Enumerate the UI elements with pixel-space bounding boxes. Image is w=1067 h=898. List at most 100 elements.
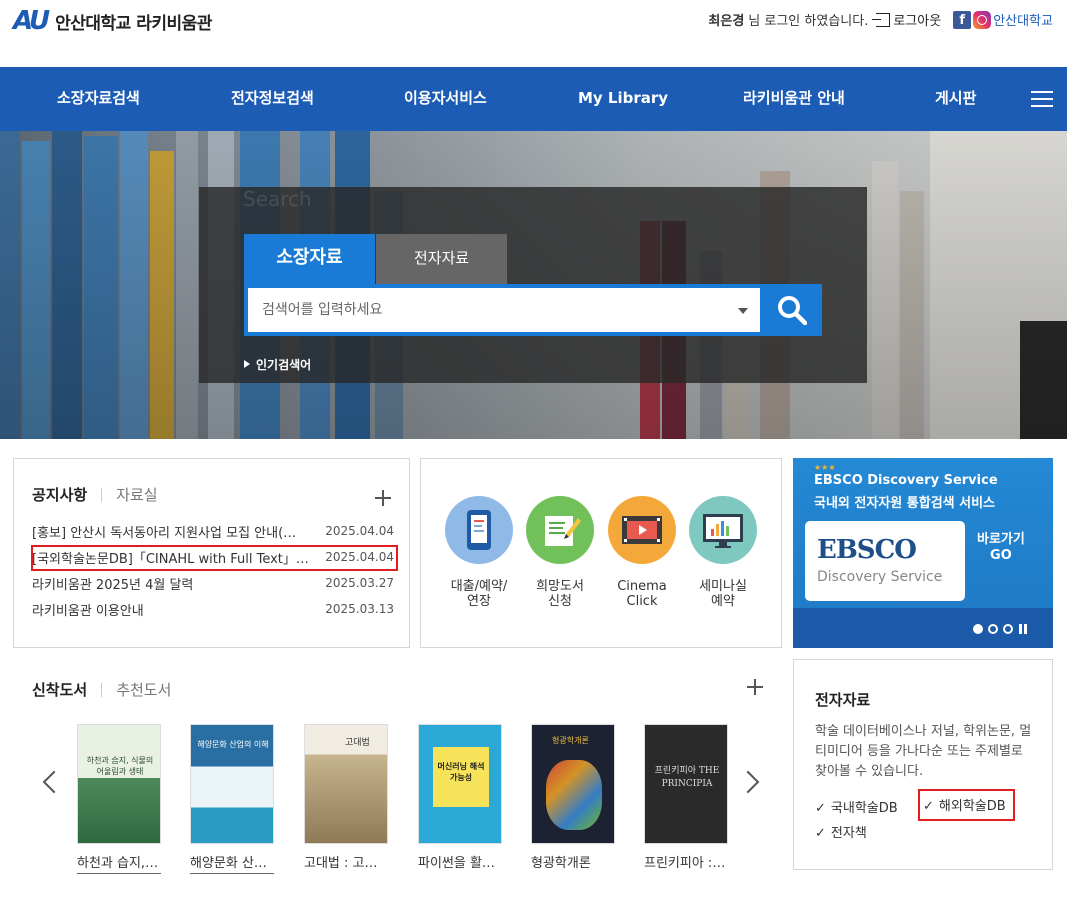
hero-banner: Search 소장자료 전자자료 인기검색어 [0,131,1067,439]
book-item[interactable]: 형광학개론 형광학개론 [531,724,615,873]
chevron-right-icon[interactable] [736,770,760,794]
login-message: 님 로그인 하였습니다. [748,14,869,29]
book-item[interactable]: 하천과 습지, 식물의 어울림과 생태 하천과 습지, … [77,724,161,874]
ebsco-logo: EBSCO [817,535,917,565]
notice-row[interactable]: [홍보] 안산시 독서동아리 지원사업 모집 안내(… 2025.04.04 [32,520,394,542]
site-logo[interactable]: AU 안산대학교 라키비움관 [13,7,212,35]
menu-icon[interactable] [1031,91,1053,107]
tab-holdings[interactable]: 소장자료 [244,234,375,284]
book-title: 형광학개론 [531,856,591,871]
tab-new-books[interactable]: 신착도서 [32,679,87,700]
service-cinema-click[interactable]: Cinema Click [607,496,677,609]
tab-archive[interactable]: 자료실 [116,484,157,505]
nav-item-eresource-search[interactable]: 전자정보검색 [231,67,314,131]
service-book-request[interactable]: 희망도서 신청 [525,496,595,609]
service-label: 희망도서 신청 [536,579,584,609]
book-item[interactable]: 해양문화 산업의 이해 해양문화 산… [190,724,274,874]
ebsco-banner[interactable]: ★★★ EBSCO Discovery Service 국내외 전자자원 통합검… [793,458,1053,648]
newbooks-tabs: 신착도서 추천도서 [32,679,171,700]
pause-icon[interactable] [1018,624,1028,634]
nav-item-holdings-search[interactable]: 소장자료검색 [57,67,140,131]
book-item[interactable]: 프린키피아 THE PRINCIPIA 프린키피아 : … [644,724,728,873]
book-cover: 해양문화 산업의 이해 [190,724,274,844]
search-input[interactable] [248,288,760,332]
logout-icon [872,12,891,27]
search-box [244,284,822,336]
notice-tabs: 공지사항 자료실 [32,484,158,505]
book-title: 프린키피아 : … [644,856,728,871]
link-domestic-db[interactable]: ✓ 국내학술DB [815,797,898,816]
link-ebook[interactable]: ✓ 전자책 [815,822,867,841]
book-cover: 고대법 [304,724,388,844]
carousel-dot[interactable] [988,624,998,634]
book-item[interactable]: 고대법 고대법 : 고대… [304,724,388,873]
search-button[interactable] [761,284,822,336]
notice-date: 2025.03.27 [325,576,394,590]
notice-title: 라키비움관 이용안내 [32,603,144,619]
book-title: 파이썬을 활… [418,856,495,871]
book-item[interactable]: 머신러닝 해석 가능성 파이썬을 활… [418,724,502,873]
notice-date: 2025.04.04 [325,524,394,538]
ebsco-heading: EBSCO Discovery Service [814,473,998,488]
logo-mark: AU [13,6,50,36]
popular-keywords-toggle[interactable]: 인기검색어 [244,356,311,373]
instagram-icon[interactable] [973,10,992,29]
nav-item-my-library[interactable]: My Library [578,67,668,131]
service-label: 대출/예약/연장 [450,579,508,609]
ebsco-logo-card: EBSCO Discovery Service [805,521,965,601]
logout-link[interactable]: 로그아웃 [872,10,942,29]
carousel-dot[interactable] [1003,624,1013,634]
search-icon [778,296,807,325]
ebsco-go-button[interactable]: 바로가기 GO [977,532,1025,564]
monitor-chart-icon [689,496,757,564]
site-title: 안산대학교 라키비움관 [55,13,212,34]
carousel-dot[interactable] [973,624,983,634]
search-panel: Search 소장자료 전자자료 인기검색어 [199,187,867,383]
notice-title: 라키비움관 2025년 4월 달력 [32,577,194,593]
eresources-title: 전자자료 [815,691,871,709]
chevron-left-icon[interactable] [42,770,66,794]
film-icon [608,496,676,564]
carousel-indicators [973,624,1028,634]
ebsco-subheading: 국내외 전자자원 통합검색 서비스 [814,496,996,511]
service-label: 세미나실 예약 [699,579,747,609]
logout-label: 로그아웃 [893,14,942,29]
user-bar: 최은경 님 로그인 하였습니다. 로그아웃 f 안산대학교 [708,10,1053,29]
nav-item-library-guide[interactable]: 라키비움관 안내 [743,67,845,131]
eresources-box: 전자자료 학술 데이터베이스나 저널, 학위논문, 멀티미디어 등을 가나다순 … [793,659,1053,870]
user-name: 최은경 [708,14,745,29]
stars-icon: ★★★ [814,463,836,472]
nav-item-user-services[interactable]: 이용자서비스 [404,67,487,131]
service-loan-reserve[interactable]: 대출/예약/연장 [444,496,514,609]
top-header: AU 안산대학교 라키비움관 최은경 님 로그인 하였습니다. 로그아웃 f 안… [0,0,1067,67]
ebsco-discovery: Discovery Service [817,569,943,585]
book-title: 하천과 습지, … [77,852,161,874]
book-cover: 프린키피아 THE PRINCIPIA [644,724,728,844]
mobile-icon [445,496,513,564]
highlight-box [918,789,1015,821]
notice-row[interactable]: 라키비움관 이용안내 2025.03.13 [32,598,394,620]
sns-label[interactable]: 안산대학교 [993,10,1053,29]
book-cover: 하천과 습지, 식물의 어울림과 생태 [77,724,161,844]
tab-notice[interactable]: 공지사항 [32,484,87,505]
notice-box: 공지사항 자료실 [홍보] 안산시 독서동아리 지원사업 모집 안내(… 202… [13,458,410,648]
nav-item-board[interactable]: 게시판 [935,67,976,131]
highlight-box [31,545,398,571]
service-label: Cinema Click [617,579,667,609]
tab-recommended-books[interactable]: 추천도서 [116,679,171,700]
book-request-icon [526,496,594,564]
notice-row[interactable]: 라키비움관 2025년 4월 달력 2025.03.27 [32,572,394,594]
book-cover: 형광학개론 [531,724,615,844]
search-ghost-label: Search [243,187,312,211]
eresources-description: 학술 데이터베이스나 저널, 학위논문, 멀티미디어 등을 가나다순 또는 주제… [815,724,1032,779]
book-cover: 머신러닝 해석 가능성 [418,724,502,844]
tab-electronic[interactable]: 전자자료 [376,234,507,284]
check-icon: ✓ [815,801,826,816]
facebook-icon[interactable]: f [953,10,972,29]
more-plus-icon[interactable] [747,679,763,695]
more-plus-icon[interactable] [375,490,391,506]
notice-date: 2025.03.13 [325,602,394,616]
sns-links: f 안산대학교 [953,10,1053,29]
service-seminar-room[interactable]: 세미나실 예약 [688,496,758,609]
chevron-down-icon[interactable] [738,308,748,314]
